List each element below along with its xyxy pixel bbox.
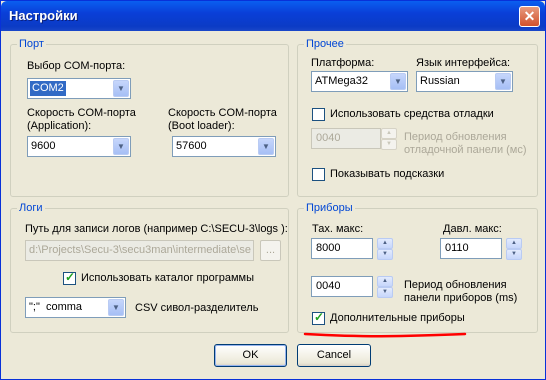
language-select[interactable]: Russian ▼	[416, 71, 513, 92]
spin-down-icon[interactable]: ▼	[381, 139, 397, 150]
pressure-max-label: Давл. макс:	[443, 223, 502, 235]
language-value: Russian	[420, 75, 460, 87]
app-speed-label: Скорость COM-порта	[27, 107, 136, 119]
use-app-dir-checkbox[interactable]: ✓	[63, 270, 76, 285]
close-button[interactable]: ✕	[519, 6, 540, 27]
red-underline-annotation	[303, 332, 467, 338]
log-path-label: Путь для записи логов (например C:\SECU-…	[25, 223, 288, 235]
app-speed-value: 9600	[31, 140, 56, 152]
port-legend: Порт	[17, 38, 46, 50]
debug-period-label-2: отладочной панели (мс)	[404, 144, 527, 156]
extra-gauges-checkbox[interactable]: ✓	[312, 310, 325, 325]
spin-up-icon[interactable]: ▲	[377, 238, 393, 249]
gauge-period-label-2: панели приборов (ms)	[404, 292, 518, 304]
tach-max-value: 8000	[316, 242, 341, 254]
tach-max-label: Тах. макс:	[312, 223, 364, 235]
misc-legend: Прочее	[304, 38, 346, 50]
cancel-button[interactable]: Cancel	[297, 344, 371, 367]
chevron-down-icon[interactable]: ▼	[113, 138, 129, 155]
gauge-period-field[interactable]: 0040	[311, 276, 373, 297]
log-path-value: d:\Projects\Secu-3\secu3man\intermediate…	[29, 244, 251, 256]
csv-separator-label: CSV сивол-разделитель	[135, 302, 259, 314]
pressure-max-spinner[interactable]: ▲ ▼	[506, 238, 522, 260]
gauges-legend: Приборы	[304, 202, 355, 214]
check-icon: ✓	[65, 270, 76, 284]
csv-separator-select[interactable]: ";" comma ▼	[25, 297, 126, 318]
boot-speed-value: 57600	[176, 140, 207, 152]
use-app-dir-label[interactable]: Использовать каталог программы	[81, 272, 254, 285]
spin-up-icon[interactable]: ▲	[377, 276, 393, 287]
csv-separator-value: ";" comma	[29, 301, 83, 313]
gauges-group: Приборы Тах. макс: 8000 ▲ ▼ Давл. макс: …	[297, 202, 538, 333]
settings-dialog: Настройки ✕ Порт Выбор COM-порта: COM2 ▼…	[0, 0, 546, 380]
chevron-down-icon[interactable]: ▼	[495, 73, 511, 90]
logs-group: Логи Путь для записи логов (например C:\…	[10, 202, 289, 333]
chevron-down-icon[interactable]: ▼	[390, 73, 406, 90]
com-port-value: COM2	[30, 81, 66, 96]
spin-up-icon[interactable]: ▲	[506, 238, 522, 249]
spin-down-icon[interactable]: ▼	[506, 249, 522, 260]
pressure-max-value: 0110	[445, 242, 469, 254]
title-bar[interactable]: Настройки ✕	[1, 1, 545, 31]
app-speed-select[interactable]: 9600 ▼	[27, 136, 131, 157]
spin-down-icon[interactable]: ▼	[377, 287, 393, 298]
misc-group: Прочее Платформа: ATMega32 ▼ Язык интерф…	[297, 38, 538, 197]
hints-checkbox-label[interactable]: Показывать подсказки	[330, 168, 444, 181]
tach-max-spinner[interactable]: ▲ ▼	[377, 238, 393, 260]
extra-gauges-label[interactable]: Дополнительные приборы	[330, 312, 465, 325]
logs-legend: Логи	[17, 202, 45, 214]
gauge-period-spinner[interactable]: ▲ ▼	[377, 276, 393, 298]
boot-speed-select[interactable]: 57600 ▼	[172, 136, 276, 157]
gauge-period-value: 0040	[316, 280, 341, 292]
debug-checkbox[interactable]	[312, 108, 325, 121]
debug-period-field[interactable]: 0040	[311, 128, 381, 149]
platform-label: Платформа:	[311, 57, 375, 69]
browse-button[interactable]: ...	[260, 240, 281, 261]
chevron-down-icon[interactable]: ▼	[108, 299, 124, 316]
check-icon: ✓	[314, 310, 325, 324]
boot-speed-label-2: (Boot loader):	[168, 120, 235, 132]
language-label: Язык интерфейса:	[416, 57, 511, 69]
pressure-max-field[interactable]: 0110	[440, 238, 502, 259]
tach-max-field[interactable]: 8000	[311, 238, 373, 259]
gauge-period-label: Период обновления	[404, 279, 507, 291]
boot-speed-label: Скорость COM-порта	[168, 107, 277, 119]
port-group: Порт Выбор COM-порта: COM2 ▼ Скорость CO…	[10, 38, 289, 197]
chevron-down-icon[interactable]: ▼	[113, 80, 129, 97]
debug-checkbox-label[interactable]: Использовать средства отладки	[330, 108, 494, 121]
chevron-down-icon[interactable]: ▼	[258, 138, 274, 155]
com-port-select[interactable]: COM2 ▼	[27, 78, 131, 99]
debug-period-spinner[interactable]: ▲ ▼	[381, 128, 397, 150]
debug-period-value: 0040	[316, 132, 341, 144]
debug-period-label: Период обновления	[404, 131, 507, 143]
app-speed-label-2: (Application):	[27, 120, 92, 132]
com-port-label: Выбор COM-порта:	[27, 60, 126, 72]
platform-select[interactable]: ATMega32 ▼	[311, 71, 408, 92]
platform-value: ATMega32	[315, 75, 368, 87]
spin-down-icon[interactable]: ▼	[377, 249, 393, 260]
close-icon: ✕	[523, 8, 536, 24]
spin-up-icon[interactable]: ▲	[381, 128, 397, 139]
window-title: Настройки	[9, 8, 78, 23]
log-path-field[interactable]: d:\Projects\Secu-3\secu3man\intermediate…	[25, 240, 254, 261]
ok-button[interactable]: OK	[214, 344, 287, 367]
hints-checkbox[interactable]	[312, 168, 325, 181]
